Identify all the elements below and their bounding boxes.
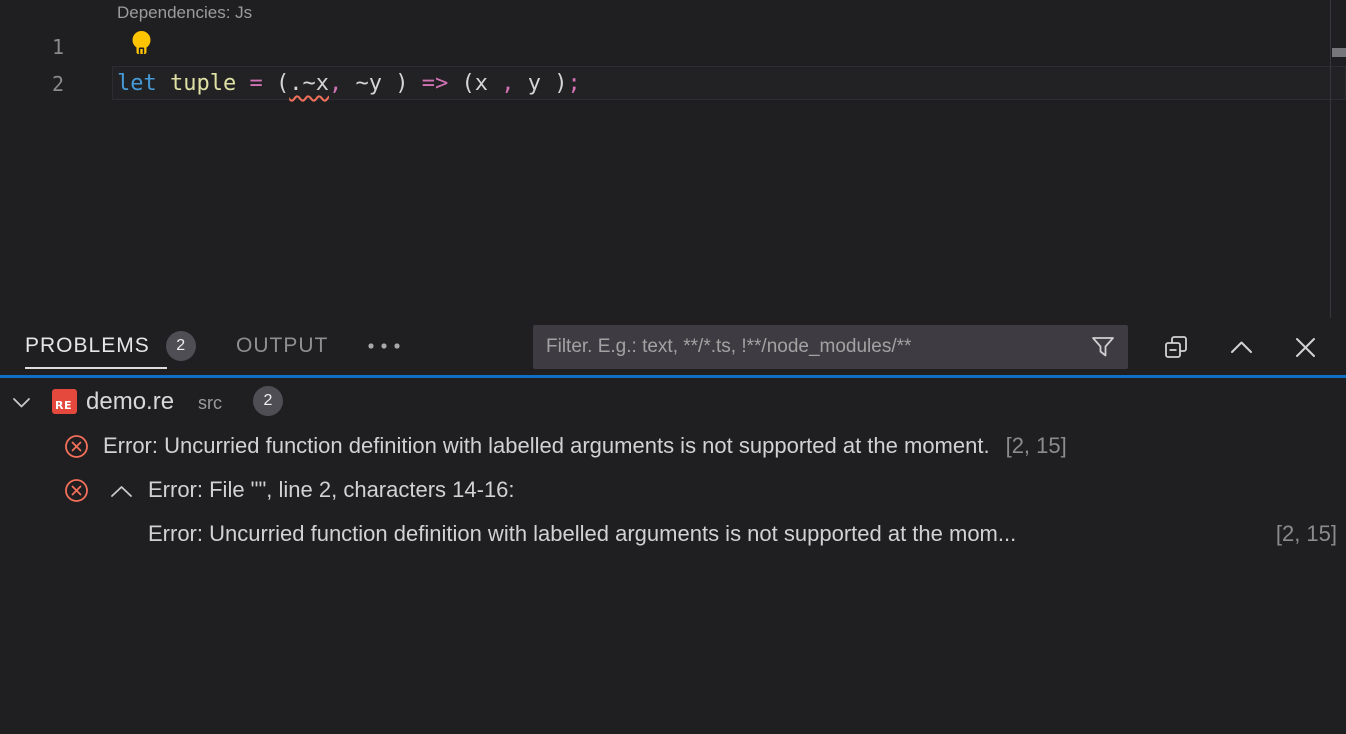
chevron-up-icon[interactable] — [110, 485, 133, 498]
code-token: , — [329, 71, 342, 96]
file-problems-count-badge: 2 — [253, 386, 283, 416]
chevron-down-icon[interactable] — [12, 396, 31, 409]
code-line[interactable]: let tuple = (.~x, ~y ) => (x , y ); — [117, 70, 581, 97]
problem-position: [2, 15] — [1276, 521, 1337, 547]
problems-count-badge: 2 — [166, 331, 196, 361]
panel-header: PROBLEMS 2 OUTPUT — [0, 318, 1346, 375]
problem-row[interactable]: Error: File "", line 2, characters 14-16… — [0, 468, 1346, 512]
code-token: (x — [448, 71, 501, 96]
tab-problems[interactable]: PROBLEMS 2 — [25, 318, 196, 373]
code-editor: Dependencies: Js 1 2 let tuple = (.~x, ~… — [0, 0, 1346, 318]
overview-ruler — [1330, 0, 1331, 318]
vscode-window: Dependencies: Js 1 2 let tuple = (.~x, ~… — [0, 0, 1346, 734]
code-token: ; — [567, 71, 580, 96]
problem-message: Error: File "", line 2, characters 14-16… — [148, 477, 515, 503]
scrollbar-handle[interactable] — [1332, 48, 1346, 57]
tab-output[interactable]: OUTPUT — [236, 318, 328, 373]
error-icon — [64, 478, 89, 503]
maximize-panel-icon[interactable] — [1228, 334, 1255, 361]
filter-funnel-icon[interactable] — [1090, 334, 1116, 360]
problem-message-text: Error: Uncurried function definition wit… — [103, 433, 990, 458]
problem-related-row[interactable]: Error: Uncurried function definition wit… — [0, 512, 1346, 556]
code-token: ( — [263, 71, 290, 96]
line-number-2: 2 — [30, 72, 64, 96]
code-token-error: .~x — [289, 71, 329, 96]
problem-position: [2, 15] — [1006, 433, 1067, 458]
more-tabs-button[interactable] — [362, 332, 406, 360]
active-tab-underline — [25, 367, 167, 369]
code-token: y ) — [514, 71, 567, 96]
file-path: src — [198, 393, 222, 414]
problems-file-row[interactable]: RE demo.re src 2 — [0, 381, 1346, 424]
tab-output-label: OUTPUT — [236, 334, 328, 358]
codelens-dependencies[interactable]: Dependencies: Js — [117, 3, 252, 23]
file-name: demo.re — [86, 388, 174, 416]
problems-tree: RE demo.re src 2 Error: Uncurried functi… — [0, 378, 1346, 734]
code-token: ~y ) — [342, 71, 421, 96]
problem-row[interactable]: Error: Uncurried function definition wit… — [0, 424, 1346, 468]
reason-file-icon: RE — [52, 389, 77, 414]
code-token: let — [117, 71, 157, 96]
lightbulb-icon[interactable] — [130, 30, 153, 58]
code-token — [157, 71, 170, 96]
restore-panel-icon[interactable] — [1163, 334, 1190, 361]
ellipsis-icon — [367, 342, 401, 350]
code-token: , — [501, 71, 514, 96]
code-token: tuple — [170, 71, 236, 96]
code-token: = — [249, 71, 262, 96]
problem-message: Error: Uncurried function definition wit… — [148, 521, 1016, 547]
code-token: => — [422, 71, 449, 96]
reason-file-icon-text: RE — [55, 399, 72, 412]
code-token — [236, 71, 249, 96]
close-panel-icon[interactable] — [1292, 334, 1319, 361]
tab-problems-label: PROBLEMS — [25, 334, 150, 358]
problems-filter — [533, 325, 1128, 369]
error-icon — [64, 434, 89, 459]
filter-input[interactable] — [533, 325, 1128, 369]
line-number-1: 1 — [30, 35, 64, 59]
problem-message: Error: Uncurried function definition wit… — [103, 433, 1067, 459]
